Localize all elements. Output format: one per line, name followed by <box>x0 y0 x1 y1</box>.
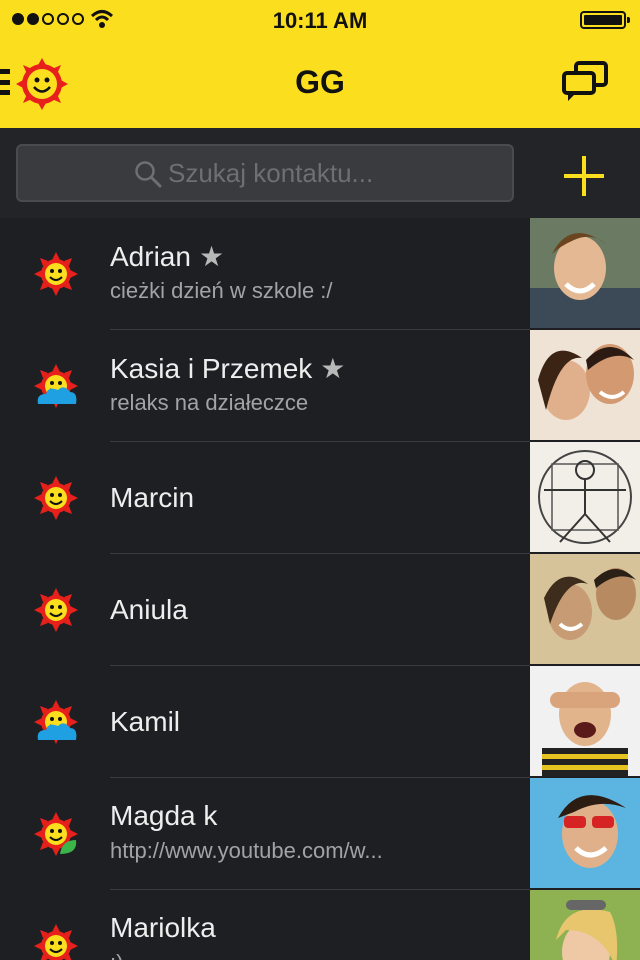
avatar <box>530 890 640 960</box>
contact-row[interactable]: Mariolka :) <box>0 890 640 960</box>
contact-list: Adrian ★ cieżki dzień w szkole :/ Kasia i… <box>0 218 640 960</box>
search-input[interactable] <box>168 146 498 200</box>
avatar <box>530 778 640 888</box>
contact-name: Adrian ★ <box>110 241 225 272</box>
avatar <box>530 218 640 328</box>
contact-name: Magda k <box>110 800 218 831</box>
avatar <box>530 330 640 440</box>
contact-status-text: :) <box>110 950 123 960</box>
contact-name: Kasia i Przemek ★ <box>110 353 346 384</box>
sun-mobile-icon <box>34 812 78 856</box>
search-bar <box>0 128 640 218</box>
contact-row[interactable]: Kamil <box>0 666 640 778</box>
sun-available-icon <box>34 476 78 520</box>
contact-name: Marcin <box>110 482 195 513</box>
favorite-star-icon: ★ <box>320 353 346 384</box>
search-icon <box>135 161 162 188</box>
contact-status-text: relaks na działeczce <box>110 390 309 415</box>
battery-icon <box>580 11 630 29</box>
avatar <box>530 666 640 776</box>
contact-row[interactable]: Adrian ★ cieżki dzień w szkole :/ <box>0 218 640 330</box>
sun-available-icon <box>34 924 78 960</box>
status-time: 10:11 AM <box>272 8 368 33</box>
contact-row[interactable]: Magda k http://www.youtube.com/w... <box>0 778 640 890</box>
contact-name: Mariolka <box>110 912 216 943</box>
contact-name: Aniula <box>110 594 188 625</box>
sun-available-icon <box>34 252 78 296</box>
contact-name: Kamil <box>110 706 181 737</box>
sun-available-icon <box>34 588 78 632</box>
contact-row[interactable]: Marcin <box>0 442 640 554</box>
contact-status-text: cieżki dzień w szkole :/ <box>110 278 333 303</box>
contact-status-text: http://www.youtube.com/w... <box>110 838 383 863</box>
favorite-star-icon: ★ <box>198 241 225 272</box>
add-contact-button[interactable] <box>560 152 608 200</box>
contact-row[interactable]: Kasia i Przemek ★ relaks na działeczce <box>0 330 640 442</box>
sun-cloud-away-icon <box>34 700 78 744</box>
search-field[interactable] <box>16 144 514 202</box>
status-bar: 10:11 AM <box>0 0 640 40</box>
avatar <box>530 554 640 664</box>
sun-cloud-away-icon <box>34 364 78 408</box>
contact-row[interactable]: Aniula <box>0 554 640 666</box>
avatar <box>530 442 640 552</box>
top-bar: 10:11 AM GG <box>0 0 640 128</box>
chat-bubbles-icon[interactable] <box>560 60 610 102</box>
app-title: GG <box>295 64 345 100</box>
